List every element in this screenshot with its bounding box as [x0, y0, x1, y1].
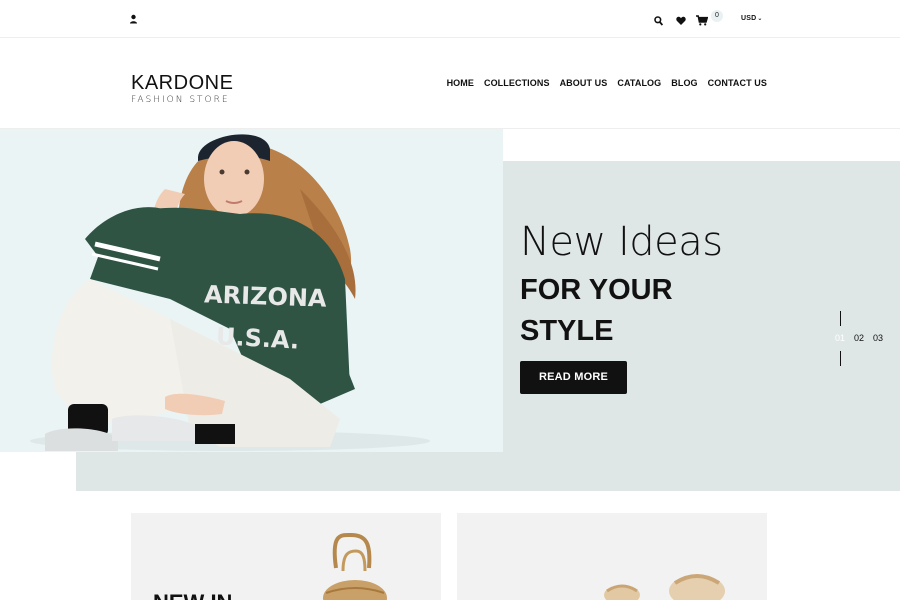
hero-panel-bottom [76, 452, 900, 491]
sweater-text-line1: ARIZONA [204, 280, 328, 312]
main-nav: HOME COLLECTIONS ABOUT US CATALOG BLOG C… [447, 78, 767, 88]
promo-tile-new-in[interactable]: NEW IN [131, 513, 441, 600]
nav-home[interactable]: HOME [447, 78, 474, 88]
site-header: KARDONE FASHION STORE HOME COLLECTIONS A… [0, 39, 900, 129]
nav-catalog[interactable]: CATALOG [617, 78, 661, 88]
nav-blog[interactable]: BLOG [671, 78, 697, 88]
cart-icon[interactable] [696, 13, 709, 26]
promo-tile-shoes[interactable] [457, 513, 767, 600]
sweater-text-line2: U.S.A. [215, 322, 300, 354]
basket-bag-image [323, 532, 387, 600]
hero-heading-light: New Ideas [520, 219, 723, 265]
search-icon[interactable] [654, 13, 664, 26]
logo-subtitle: FASHION STORE [131, 95, 230, 105]
hero-image: ARIZONA U.S.A. [0, 129, 503, 452]
slider-line-bottom [840, 351, 841, 366]
slide-dot-02[interactable]: 02 [854, 333, 864, 343]
currency-selector[interactable]: USD⌄ [741, 15, 763, 22]
currency-label: USD [741, 15, 757, 22]
heart-icon[interactable] [676, 13, 686, 25]
nav-about-us[interactable]: ABOUT US [560, 78, 608, 88]
top-utility-bar: 0 USD⌄ [0, 0, 900, 38]
nav-collections[interactable]: COLLECTIONS [484, 78, 550, 88]
slide-dot-01[interactable]: 01 [835, 333, 845, 343]
read-more-button[interactable]: READ MORE [520, 361, 627, 394]
user-icon[interactable] [129, 11, 138, 24]
logo-title: KARDONE [131, 72, 234, 94]
slide-dot-03[interactable]: 03 [873, 333, 883, 343]
sandals-image [604, 574, 725, 600]
store-logo[interactable]: KARDONE FASHION STORE [131, 73, 233, 105]
hero-model-illustration: ARIZONA U.S.A. [0, 129, 503, 452]
chevron-down-icon: ⌄ [757, 16, 763, 22]
slider-line-top [840, 311, 841, 326]
nav-contact-us[interactable]: CONTACT US [708, 78, 767, 88]
cart-count-badge: 0 [711, 10, 723, 22]
hero-heading-bold: FOR YOUR STYLE [520, 274, 673, 347]
